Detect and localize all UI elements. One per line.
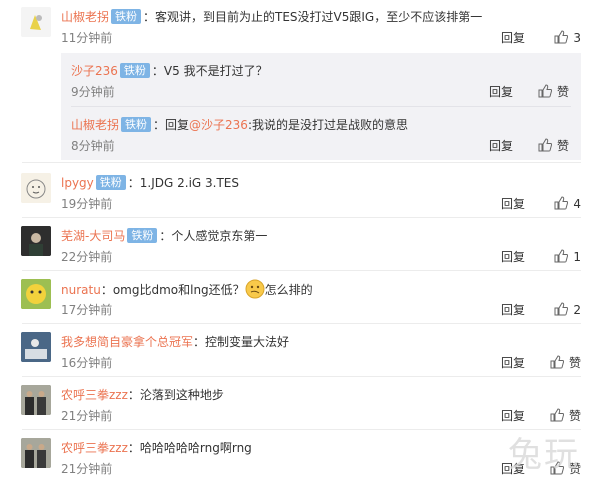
comment-time: 21分钟前 <box>61 462 113 476</box>
reply-button[interactable]: 回复 <box>501 195 525 213</box>
username[interactable]: 我多想简自豪拿个总冠军 <box>61 335 193 349</box>
like-label: 赞 <box>556 85 569 99</box>
divider <box>22 376 581 377</box>
reply-time: 9分钟前 <box>71 85 115 99</box>
username[interactable]: nuratu <box>61 283 101 297</box>
divider <box>22 217 581 218</box>
reply-button[interactable]: 回复 <box>489 83 513 101</box>
like-label: 赞 <box>568 356 581 370</box>
reply-time: 8分钟前 <box>71 139 115 153</box>
avatar[interactable] <box>21 438 51 468</box>
reply-thread: 沙子236 铁粉 ：V5 我不是打过了？ 9分钟前 回复 赞 山椒老拐 铁粉 ：回复@沙… <box>61 53 581 160</box>
avatar[interactable] <box>21 173 51 203</box>
thumb-up-icon <box>554 196 569 210</box>
like-button[interactable]: 3 <box>554 29 581 47</box>
username[interactable]: 山椒老拐 <box>71 118 119 132</box>
like-button[interactable]: 赞 <box>538 137 569 155</box>
comment-text: ：个人感觉京东第一 <box>159 229 268 243</box>
fan-badge[interactable]: 铁粉 <box>121 117 152 132</box>
comment-item: 芜湖-大司马 铁粉 ：个人感觉京东第一 22分钟前 回复 1 <box>0 226 598 271</box>
like-button[interactable]: 4 <box>554 195 581 213</box>
comment-text: ：沦落到这种地步 <box>127 388 224 402</box>
comment-text-after-emoji: 怎么排的 <box>264 283 313 297</box>
divider <box>22 162 581 163</box>
watermark: 兔玩 <box>508 435 580 475</box>
like-label: 赞 <box>556 139 569 153</box>
comment-time: 16分钟前 <box>61 356 113 370</box>
thumb-up-icon <box>554 30 569 44</box>
thumb-up-icon <box>554 249 569 263</box>
divider <box>71 106 571 107</box>
comment-item: 我多想简自豪拿个总冠军：控制变量大法好 16分钟前 回复 赞 <box>0 332 598 377</box>
comment-item: 农呼三拳zzz：沦落到这种地步 21分钟前 回复 赞 <box>0 385 598 430</box>
username[interactable]: 山椒老拐 <box>61 10 109 24</box>
username[interactable]: 农呼三拳zzz <box>61 441 128 455</box>
username[interactable]: 农呼三拳zzz <box>61 388 128 402</box>
like-button[interactable]: 赞 <box>538 83 569 101</box>
like-count: 3 <box>573 31 581 45</box>
comment-item: 山椒老拐 铁粉 ：客观讲，到目前为止的TES没打过V5跟IG，至少不应该排第一 11… <box>0 7 598 167</box>
avatar[interactable] <box>21 385 51 415</box>
like-button[interactable]: 1 <box>554 248 581 266</box>
avatar[interactable] <box>21 279 51 309</box>
avatar[interactable] <box>21 7 51 37</box>
divider <box>22 270 581 271</box>
like-label: 赞 <box>568 409 581 423</box>
comment-time: 22分钟前 <box>61 250 113 264</box>
thumb-up-icon <box>538 138 552 152</box>
reply-button[interactable]: 回复 <box>501 301 525 319</box>
comment-time: 11分钟前 <box>61 31 113 45</box>
fan-badge[interactable]: 铁粉 <box>127 228 158 243</box>
comment-time: 21分钟前 <box>61 409 113 423</box>
like-count: 1 <box>573 250 581 264</box>
reply-button[interactable]: 回复 <box>501 248 525 266</box>
reply-prefix: ：回复 <box>153 118 190 132</box>
comment-item: nuratu：omg比dmo和lng还低？ 怎么排的 17分钟前 回复 2 <box>0 279 598 324</box>
like-button[interactable]: 赞 <box>550 407 581 425</box>
like-button[interactable]: 2 <box>554 301 581 319</box>
like-count: 4 <box>573 197 581 211</box>
fan-badge[interactable]: 铁粉 <box>119 63 150 78</box>
divider <box>22 429 581 430</box>
like-button[interactable]: 赞 <box>550 354 581 372</box>
avatar[interactable] <box>21 332 51 362</box>
comment-text: ：哈哈哈哈哈rng啊rng <box>127 441 252 455</box>
like-count: 2 <box>573 303 581 317</box>
username[interactable]: lpygy <box>61 176 94 190</box>
comment-item: lpygy 铁粉 ：1.JDG 2.iG 3.TES 19分钟前 回复 4 <box>0 173 598 218</box>
comment-text: ：控制变量大法好 <box>193 335 290 349</box>
reply-button[interactable]: 回复 <box>501 354 525 372</box>
comment-text: ：1.JDG 2.iG 3.TES <box>127 176 239 190</box>
thinking-emoji-icon <box>245 279 265 299</box>
reply-text: :我说的是没打过是战败的意思 <box>247 118 408 132</box>
thumb-up-icon <box>550 408 564 422</box>
comment-text: ：omg比dmo和lng还低？ <box>100 283 245 297</box>
fan-badge[interactable]: 铁粉 <box>111 9 142 24</box>
reply-button[interactable]: 回复 <box>501 407 525 425</box>
comment-text: ：客观讲，到目前为止的TES没打过V5跟IG，至少不应该排第一 <box>143 10 483 24</box>
username[interactable]: 沙子236 <box>71 64 118 78</box>
reply-button[interactable]: 回复 <box>489 137 513 155</box>
thumb-up-icon <box>550 355 564 369</box>
avatar[interactable] <box>21 226 51 256</box>
reply-button[interactable]: 回复 <box>501 29 525 47</box>
fan-badge[interactable]: 铁粉 <box>95 175 126 190</box>
divider <box>22 323 581 324</box>
thumb-up-icon <box>538 84 552 98</box>
username[interactable]: 芜湖-大司马 <box>61 229 125 243</box>
reply-text: ：V5 我不是打过了？ <box>151 64 268 78</box>
comment-time: 17分钟前 <box>61 303 113 317</box>
mention-link[interactable]: @沙子236 <box>189 118 248 132</box>
thumb-up-icon <box>554 302 569 316</box>
comment-time: 19分钟前 <box>61 197 113 211</box>
